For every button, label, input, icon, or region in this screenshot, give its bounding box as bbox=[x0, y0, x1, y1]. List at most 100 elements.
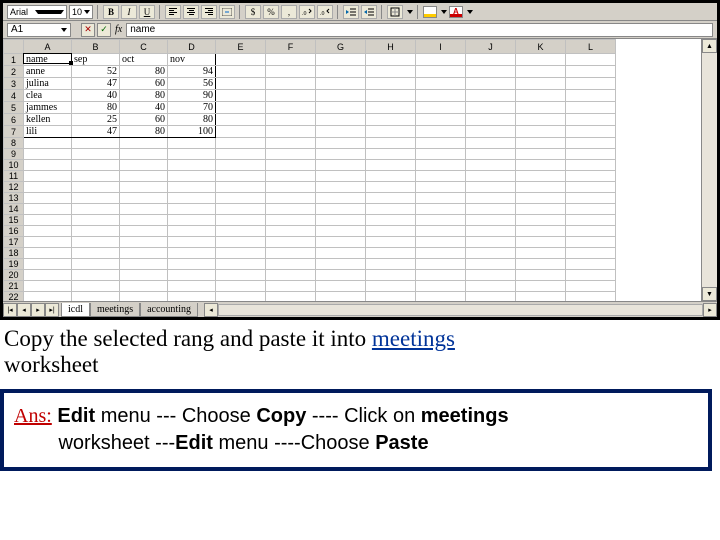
row-header[interactable]: 18 bbox=[4, 248, 24, 259]
cell[interactable] bbox=[216, 90, 266, 102]
cell[interactable] bbox=[266, 193, 316, 204]
cell[interactable] bbox=[566, 160, 616, 171]
cell[interactable] bbox=[516, 204, 566, 215]
row-header[interactable]: 22 bbox=[4, 292, 24, 302]
cell[interactable] bbox=[216, 160, 266, 171]
cell[interactable] bbox=[266, 204, 316, 215]
increase-decimal-button[interactable]: .0 bbox=[299, 5, 315, 19]
cell[interactable] bbox=[168, 237, 216, 248]
cell[interactable] bbox=[216, 204, 266, 215]
underline-button[interactable]: U bbox=[139, 5, 155, 19]
cell[interactable] bbox=[466, 182, 516, 193]
cell[interactable] bbox=[316, 204, 366, 215]
cell[interactable] bbox=[466, 281, 516, 292]
cell[interactable] bbox=[566, 66, 616, 78]
cell[interactable] bbox=[24, 182, 72, 193]
cell[interactable] bbox=[566, 126, 616, 138]
cell[interactable] bbox=[72, 149, 120, 160]
cell[interactable] bbox=[266, 66, 316, 78]
col-header[interactable]: B bbox=[72, 40, 120, 54]
cell[interactable] bbox=[316, 114, 366, 126]
cell[interactable] bbox=[216, 78, 266, 90]
cell[interactable] bbox=[316, 54, 366, 66]
cell[interactable] bbox=[120, 149, 168, 160]
col-header[interactable]: K bbox=[516, 40, 566, 54]
row-header[interactable]: 20 bbox=[4, 270, 24, 281]
cell[interactable] bbox=[416, 248, 466, 259]
cell[interactable] bbox=[24, 204, 72, 215]
cell[interactable] bbox=[316, 102, 366, 114]
col-header[interactable]: I bbox=[416, 40, 466, 54]
decrease-indent-button[interactable] bbox=[343, 5, 359, 19]
cell[interactable] bbox=[24, 226, 72, 237]
cell[interactable] bbox=[466, 138, 516, 149]
cell[interactable] bbox=[366, 292, 416, 302]
cell[interactable] bbox=[566, 138, 616, 149]
cell[interactable] bbox=[216, 114, 266, 126]
scroll-left-icon[interactable]: ◂ bbox=[204, 303, 218, 317]
cell-grid[interactable]: A B C D E F G H I J K L 1name bbox=[3, 39, 701, 301]
cell[interactable] bbox=[466, 171, 516, 182]
cell[interactable] bbox=[266, 114, 316, 126]
cell[interactable] bbox=[366, 226, 416, 237]
cell[interactable] bbox=[72, 292, 120, 302]
cell[interactable] bbox=[266, 149, 316, 160]
cell[interactable] bbox=[416, 193, 466, 204]
cell[interactable] bbox=[24, 160, 72, 171]
cell[interactable] bbox=[516, 237, 566, 248]
cell[interactable]: name bbox=[24, 54, 72, 66]
cell[interactable] bbox=[366, 160, 416, 171]
cell[interactable] bbox=[466, 149, 516, 160]
row-header[interactable]: 17 bbox=[4, 237, 24, 248]
cell[interactable] bbox=[120, 182, 168, 193]
cell[interactable] bbox=[120, 215, 168, 226]
cell[interactable] bbox=[366, 126, 416, 138]
cell[interactable]: clea bbox=[24, 90, 72, 102]
row-header[interactable]: 16 bbox=[4, 226, 24, 237]
borders-button[interactable] bbox=[387, 5, 403, 19]
row-header[interactable]: 9 bbox=[4, 149, 24, 160]
cell[interactable] bbox=[366, 90, 416, 102]
cell[interactable] bbox=[168, 193, 216, 204]
cell[interactable] bbox=[24, 138, 72, 149]
cell[interactable] bbox=[466, 237, 516, 248]
cell[interactable] bbox=[266, 259, 316, 270]
cell[interactable] bbox=[216, 66, 266, 78]
chevron-down-icon[interactable] bbox=[467, 10, 473, 14]
scroll-up-icon[interactable]: ▲ bbox=[702, 39, 717, 53]
cell[interactable] bbox=[168, 171, 216, 182]
cell[interactable] bbox=[216, 215, 266, 226]
cell[interactable] bbox=[316, 226, 366, 237]
cell[interactable] bbox=[566, 149, 616, 160]
cell[interactable] bbox=[416, 149, 466, 160]
cell[interactable] bbox=[168, 248, 216, 259]
col-header[interactable]: F bbox=[266, 40, 316, 54]
cell[interactable] bbox=[366, 281, 416, 292]
cell[interactable] bbox=[168, 138, 216, 149]
cell[interactable] bbox=[316, 237, 366, 248]
cell[interactable] bbox=[216, 270, 266, 281]
percent-button[interactable]: % bbox=[263, 5, 279, 19]
cancel-icon[interactable]: ✕ bbox=[81, 23, 95, 37]
cell[interactable] bbox=[316, 78, 366, 90]
fx-icon[interactable]: fx bbox=[115, 24, 122, 35]
cell[interactable] bbox=[24, 259, 72, 270]
cell[interactable] bbox=[566, 281, 616, 292]
font-color-button[interactable]: A bbox=[449, 6, 463, 18]
cell[interactable]: 80 bbox=[120, 126, 168, 138]
cell[interactable] bbox=[566, 215, 616, 226]
font-size-selector[interactable]: 10 bbox=[69, 5, 93, 19]
cell[interactable] bbox=[566, 102, 616, 114]
cell[interactable]: lili bbox=[24, 126, 72, 138]
cell[interactable] bbox=[316, 126, 366, 138]
cell[interactable]: 80 bbox=[168, 114, 216, 126]
col-header[interactable]: H bbox=[366, 40, 416, 54]
cell[interactable] bbox=[72, 193, 120, 204]
row-header[interactable]: 3 bbox=[4, 78, 24, 90]
cell[interactable] bbox=[416, 78, 466, 90]
cell[interactable] bbox=[566, 182, 616, 193]
cell[interactable] bbox=[566, 78, 616, 90]
cell[interactable] bbox=[24, 171, 72, 182]
cell[interactable] bbox=[516, 102, 566, 114]
cell[interactable] bbox=[168, 259, 216, 270]
